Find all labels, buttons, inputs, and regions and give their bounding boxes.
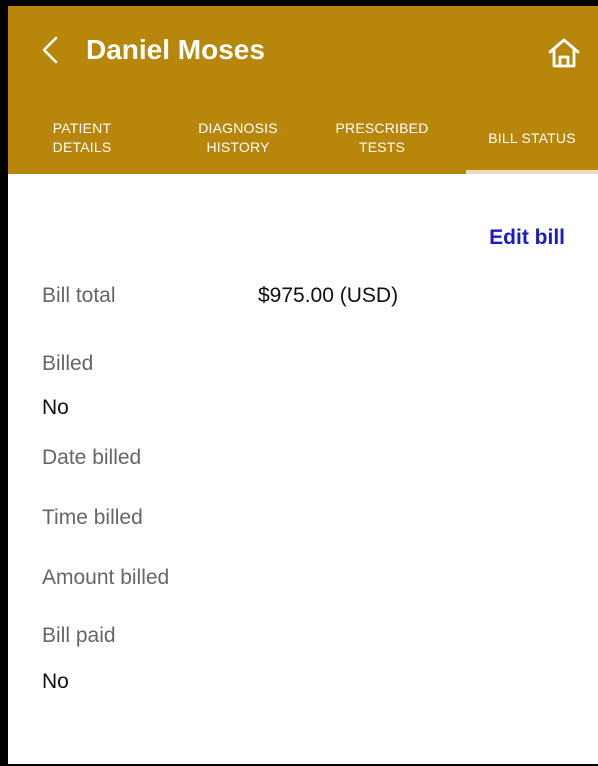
app-header: Daniel Moses PATIENT DETAILS DIAGNOSIS H…	[8, 6, 598, 174]
billed-value: No	[42, 396, 69, 419]
edit-bill-link[interactable]: Edit bill	[489, 226, 565, 250]
tab-label: PRESCRIBED TESTS	[335, 120, 429, 155]
tab-patient-details[interactable]: PATIENT DETAILS	[26, 102, 138, 174]
tab-label: DIAGNOSIS HISTORY	[198, 120, 278, 155]
app-screen: Daniel Moses PATIENT DETAILS DIAGNOSIS H…	[8, 6, 598, 764]
bill-total-label: Bill total	[42, 284, 116, 307]
tab-label: BILL STATUS	[488, 129, 576, 146]
date-billed-label: Date billed	[42, 446, 142, 469]
amount-billed-label: Amount billed	[42, 566, 170, 589]
back-button[interactable]	[36, 30, 64, 70]
chevron-left-icon	[42, 36, 58, 64]
tab-bill-status[interactable]: BILL STATUS	[466, 102, 598, 174]
tab-label: PATIENT DETAILS	[52, 120, 112, 155]
billed-label: Billed	[42, 352, 94, 375]
bill-paid-label: Bill paid	[42, 624, 116, 647]
tab-prescribed-tests[interactable]: PRESCRIBED TESTS	[316, 102, 448, 174]
time-billed-label: Time billed	[42, 506, 143, 529]
tab-bar: PATIENT DETAILS DIAGNOSIS HISTORY PRESCR…	[8, 102, 598, 174]
home-button[interactable]	[545, 34, 583, 72]
bill-total-value: $975.00 (USD)	[258, 284, 399, 307]
home-icon	[548, 38, 580, 68]
patient-name-title: Daniel Moses	[86, 34, 265, 65]
bill-paid-value: No	[42, 670, 69, 693]
tab-diagnosis-history[interactable]: DIAGNOSIS HISTORY	[176, 102, 300, 174]
